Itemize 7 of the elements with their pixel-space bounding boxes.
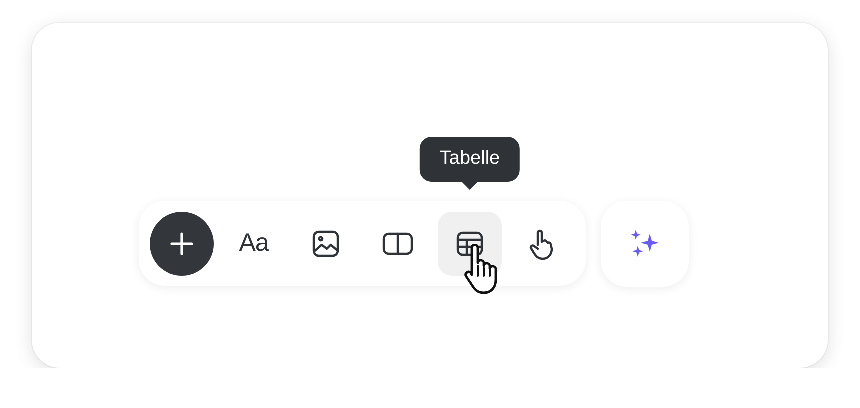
image-icon (311, 228, 341, 258)
table-icon (455, 230, 485, 258)
tooltip-text: Tabelle (440, 148, 500, 170)
columns-icon (382, 230, 414, 256)
text-tool[interactable]: Aa (222, 212, 286, 276)
hand-icon (528, 228, 556, 260)
plus-icon (169, 230, 195, 256)
